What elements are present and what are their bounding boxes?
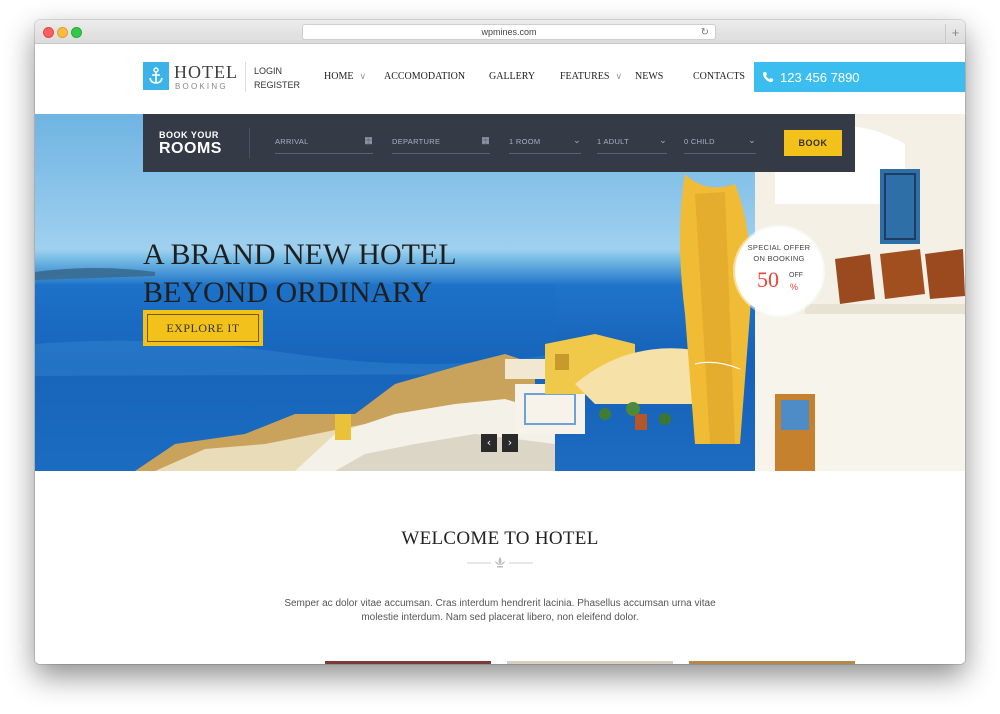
browser-window: wpmines.com ↻ + HOTEL BOOKING LOGIN REGI… — [35, 20, 965, 664]
departure-field[interactable]: DEPARTURE ▦ — [392, 134, 490, 154]
nav-home-label: HOME — [324, 71, 354, 82]
slider-next-button[interactable]: › — [502, 434, 518, 452]
nav-features-label: FEATURES — [560, 71, 610, 82]
booking-divider — [249, 128, 250, 158]
explore-button[interactable]: EXPLORE IT — [143, 310, 263, 346]
nav-contacts-label: CONTACTS — [693, 71, 745, 82]
hero-slider: BOOK YOUR ROOMS ARRIVAL ▦ DEPARTURE ▦ 1 … — [35, 114, 965, 471]
rooms-select[interactable]: 1 ROOM ⌄ — [509, 134, 581, 154]
chevron-left-icon: ‹ — [486, 436, 492, 449]
offer-off-label: OFF — [789, 272, 803, 279]
nav-accomodation-label: ACCOMODATION — [384, 71, 466, 82]
phone-icon — [762, 72, 773, 83]
nav-gallery[interactable]: GALLERY — [489, 71, 535, 82]
book-button[interactable]: BOOK — [784, 130, 842, 156]
explore-button-label: EXPLORE IT — [147, 314, 259, 342]
header-divider — [245, 62, 246, 92]
room-thumbnail[interactable] — [325, 661, 491, 664]
offer-value: 50 — [757, 267, 779, 292]
children-select[interactable]: 0 CHILD ⌄ — [684, 134, 756, 154]
chevron-down-icon: ⌄ — [659, 135, 667, 145]
nav-contacts[interactable]: CONTACTS — [693, 71, 745, 82]
offer-percent: % — [790, 282, 799, 292]
hero-headline-line1: A BRAND NEW HOTEL — [143, 238, 457, 271]
rooms-value: 1 ROOM — [509, 137, 541, 146]
children-value: 0 CHILD — [684, 137, 715, 146]
new-tab-button[interactable]: + — [945, 24, 965, 44]
phone-number: 123 456 7890 — [780, 69, 860, 85]
slider-prev-button[interactable]: ‹ — [481, 434, 497, 452]
nav-home[interactable]: HOME ∨ — [324, 71, 366, 82]
adults-value: 1 ADULT — [597, 137, 629, 146]
chevron-down-icon: ∨ — [359, 71, 367, 81]
room-thumbnails-strip — [143, 661, 855, 664]
browser-toolbar: wpmines.com ↻ + — [35, 20, 965, 44]
login-link[interactable]: LOGIN — [254, 64, 300, 78]
welcome-text: Semper ac dolor vitae accumsan. Cras int… — [284, 598, 716, 623]
chevron-down-icon: ⌄ — [748, 135, 756, 145]
site-header: HOTEL BOOKING LOGIN REGISTER HOME ∨ ACCOM… — [35, 44, 965, 114]
offer-line1: SPECIAL OFFER — [747, 243, 811, 252]
nav-gallery-label: GALLERY — [489, 71, 536, 82]
fleur-de-lis-icon — [467, 557, 533, 568]
nav-accomodation[interactable]: ACCOMODATION — [384, 71, 465, 82]
minimize-window-button[interactable] — [57, 27, 68, 38]
nav-news[interactable]: NEWS — [635, 71, 663, 82]
maximize-window-button[interactable] — [71, 27, 82, 38]
logo-subtitle: BOOKING — [175, 82, 228, 91]
hero-headline-line2: BEYOND ORDINARY — [143, 276, 433, 309]
offer-line2: ON BOOKING — [753, 254, 805, 263]
anchor-icon[interactable] — [143, 62, 169, 90]
chevron-right-icon: › — [507, 436, 513, 449]
room-thumbnail[interactable] — [689, 661, 855, 664]
nav-news-label: NEWS — [635, 71, 664, 82]
arrival-placeholder: ARRIVAL — [275, 137, 309, 146]
adults-select[interactable]: 1 ADULT ⌄ — [597, 134, 667, 154]
booking-label-small: BOOK YOUR — [159, 130, 219, 140]
reload-icon[interactable]: ↻ — [701, 26, 709, 40]
register-link[interactable]: REGISTER — [254, 78, 300, 92]
booking-bar: BOOK YOUR ROOMS ARRIVAL ▦ DEPARTURE ▦ 1 … — [143, 114, 855, 172]
chevron-down-icon: ∨ — [615, 71, 623, 81]
auth-links: LOGIN REGISTER — [254, 64, 300, 92]
address-bar[interactable]: wpmines.com ↻ — [302, 24, 716, 40]
logo-title[interactable]: HOTEL — [174, 62, 238, 83]
room-thumbnail[interactable] — [507, 661, 673, 664]
chevron-down-icon: ⌄ — [573, 135, 581, 145]
arrival-field[interactable]: ARRIVAL ▦ — [275, 134, 373, 154]
special-offer-badge[interactable]: SPECIAL OFFER ON BOOKING 50 OFF % — [735, 227, 823, 315]
calendar-icon[interactable]: ▦ — [481, 135, 490, 146]
hero-headline: A BRAND NEW HOTEL BEYOND ORDINARY — [143, 236, 457, 312]
departure-placeholder: DEPARTURE — [392, 137, 441, 146]
welcome-title: WELCOME TO HOTEL — [401, 528, 599, 549]
close-window-button[interactable] — [43, 27, 54, 38]
booking-label-big: ROOMS — [159, 140, 222, 157]
calendar-icon[interactable]: ▦ — [364, 135, 373, 146]
nav-features[interactable]: FEATURES ∨ — [560, 71, 622, 82]
phone-contact[interactable]: 123 456 7890 — [754, 62, 965, 92]
address-bar-url: wpmines.com — [481, 27, 537, 37]
web-page: HOTEL BOOKING LOGIN REGISTER HOME ∨ ACCOM… — [35, 44, 965, 664]
